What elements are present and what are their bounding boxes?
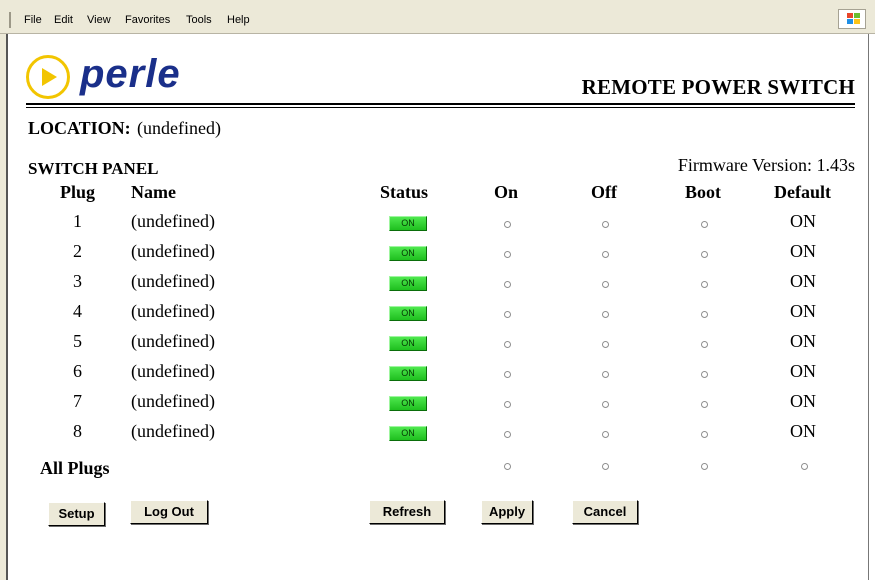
perle-logo-icon (26, 55, 70, 99)
apply-button[interactable]: Apply (481, 500, 533, 524)
header-boot: Boot (685, 182, 721, 202)
header-on: On (494, 182, 519, 202)
menu-tools[interactable]: Tools (186, 14, 212, 26)
plug-name: (undefined) (131, 331, 215, 351)
plug-default: ON (790, 421, 816, 441)
status-indicator: ON (389, 336, 427, 351)
plug-number: 5 (73, 331, 82, 351)
plug-off-radio[interactable] (602, 251, 609, 258)
plug-name: (undefined) (131, 211, 215, 231)
plug-number: 1 (73, 211, 82, 231)
plug-name: (undefined) (131, 271, 215, 291)
header-plug: Plug (60, 182, 96, 202)
status-indicator: ON (389, 246, 427, 261)
menu-help[interactable]: Help (227, 14, 250, 26)
status-indicator: ON (389, 216, 427, 231)
plug-default: ON (790, 331, 816, 351)
plug-on-radio[interactable] (504, 431, 511, 438)
plug-number: 7 (73, 391, 82, 411)
plug-on-radio[interactable] (504, 371, 511, 378)
plug-boot-radio[interactable] (701, 431, 708, 438)
plug-default: ON (790, 301, 816, 321)
menu-bar: File Edit View Favorites Tools Help (0, 0, 875, 34)
plug-on-radio[interactable] (504, 341, 511, 348)
plug-off-radio[interactable] (602, 281, 609, 288)
all-plugs-off-radio[interactable] (602, 463, 609, 470)
status-indicator: ON (389, 366, 427, 381)
status-indicator: ON (389, 426, 427, 441)
all-plugs-label: All Plugs (40, 458, 110, 478)
plug-off-radio[interactable] (602, 311, 609, 318)
plug-name: (undefined) (131, 391, 215, 411)
plug-default: ON (790, 211, 816, 231)
plug-number: 4 (73, 301, 82, 321)
plug-boot-radio[interactable] (701, 311, 708, 318)
plug-off-radio[interactable] (602, 431, 609, 438)
plug-number: 8 (73, 421, 82, 441)
plug-boot-radio[interactable] (701, 251, 708, 258)
menu-favorites[interactable]: Favorites (125, 14, 170, 26)
all-plugs-boot-radio[interactable] (701, 463, 708, 470)
header-off: Off (591, 182, 617, 202)
menu-edit[interactable]: Edit (54, 14, 73, 26)
window-frame-left (0, 34, 8, 580)
plug-number: 6 (73, 361, 82, 381)
plug-boot-radio[interactable] (701, 371, 708, 378)
plug-off-radio[interactable] (602, 221, 609, 228)
status-indicator: ON (389, 396, 427, 411)
refresh-button[interactable]: Refresh (369, 500, 445, 524)
header-divider (26, 103, 855, 105)
windows-flag-icon (838, 9, 866, 29)
plug-name: (undefined) (131, 301, 215, 321)
firmware-version: Firmware Version: 1.43s (677, 155, 855, 175)
plug-default: ON (790, 241, 816, 261)
location-value: (undefined) (137, 118, 221, 138)
plug-off-radio[interactable] (602, 371, 609, 378)
plug-on-radio[interactable] (504, 311, 511, 318)
plug-boot-radio[interactable] (701, 281, 708, 288)
plug-default: ON (790, 391, 816, 411)
header-status: Status (380, 182, 429, 202)
toolbar-grip (9, 12, 11, 28)
plug-boot-radio[interactable] (701, 401, 708, 408)
plug-off-radio[interactable] (602, 341, 609, 348)
all-plugs-on-radio[interactable] (504, 463, 511, 470)
plug-default: ON (790, 271, 816, 291)
plug-boot-radio[interactable] (701, 341, 708, 348)
plug-name: (undefined) (131, 241, 215, 261)
logout-button[interactable]: Log Out (130, 500, 208, 524)
perle-logo-text: perle (80, 52, 181, 96)
page-title: REMOTE POWER SWITCH (581, 75, 855, 99)
plug-default: ON (790, 361, 816, 381)
header-name: Name (131, 182, 176, 202)
plug-on-radio[interactable] (504, 281, 511, 288)
all-plugs-default-radio[interactable] (801, 463, 808, 470)
plug-name: (undefined) (131, 361, 215, 381)
header-divider-thin (26, 107, 855, 108)
header-default: Default (774, 182, 831, 202)
window-frame-right (868, 34, 875, 580)
cancel-button[interactable]: Cancel (572, 500, 638, 524)
status-indicator: ON (389, 306, 427, 321)
menu-file[interactable]: File (24, 14, 42, 26)
status-indicator: ON (389, 276, 427, 291)
plug-off-radio[interactable] (602, 401, 609, 408)
menu-view[interactable]: View (87, 14, 111, 26)
switch-panel-title: SWITCH PANEL (28, 159, 159, 178)
plug-number: 2 (73, 241, 82, 261)
setup-button[interactable]: Setup (48, 502, 105, 526)
plug-number: 3 (73, 271, 82, 291)
plug-on-radio[interactable] (504, 251, 511, 258)
plug-boot-radio[interactable] (701, 221, 708, 228)
plug-name: (undefined) (131, 421, 215, 441)
plug-on-radio[interactable] (504, 401, 511, 408)
plug-on-radio[interactable] (504, 221, 511, 228)
location-label: LOCATION: (28, 118, 131, 138)
